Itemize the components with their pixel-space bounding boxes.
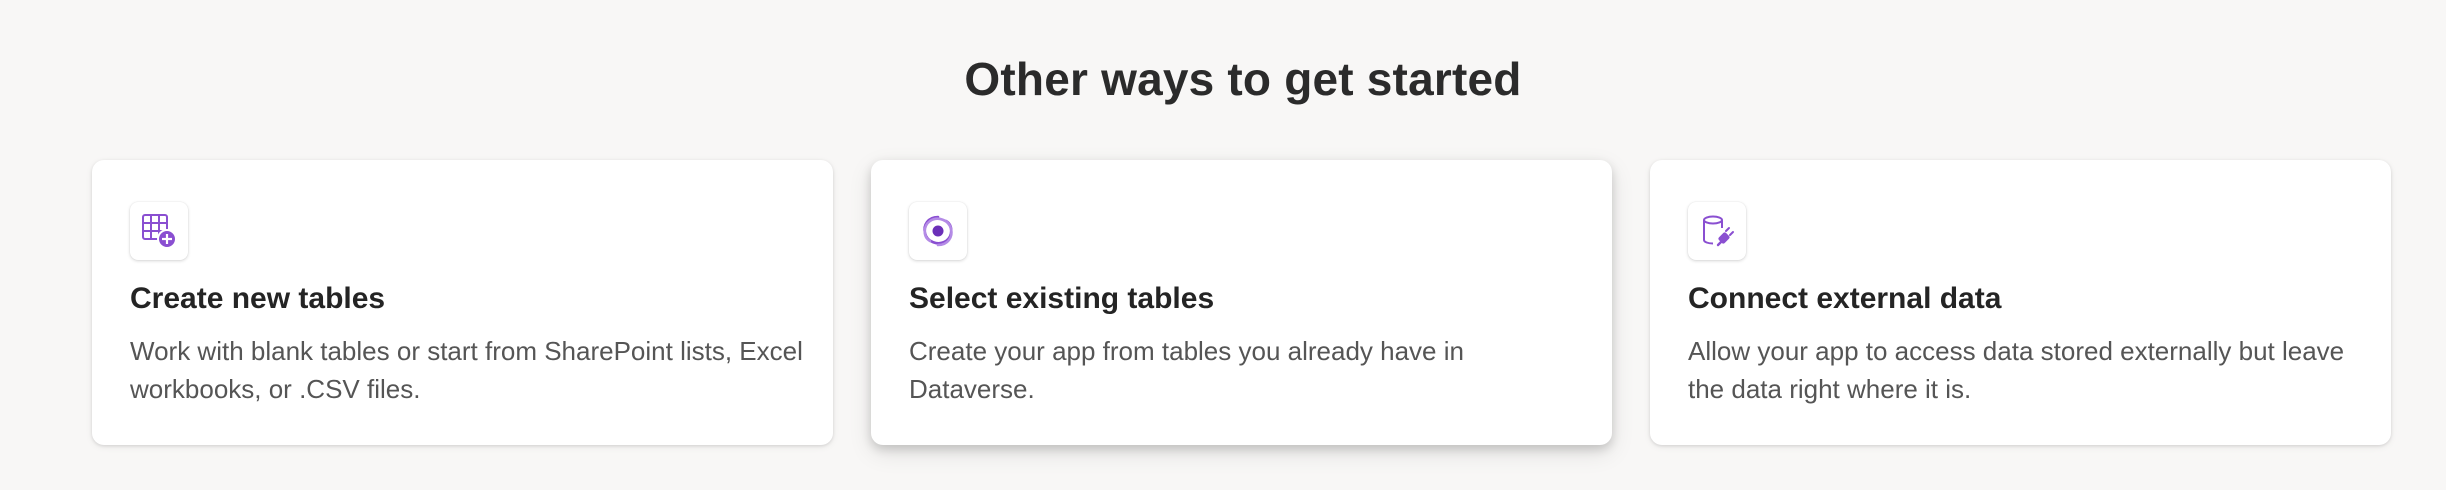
- card-title: Create new tables: [130, 282, 386, 315]
- dataverse-icon: [909, 202, 967, 260]
- card-title: Select existing tables: [909, 282, 1215, 315]
- connect-external-data-card[interactable]: Connect external data Allow your app to …: [1650, 160, 2391, 445]
- create-new-tables-card[interactable]: Create new tables Work with blank tables…: [92, 160, 833, 445]
- start-options: Create new tables Work with blank tables…: [92, 160, 2391, 445]
- card-description: Work with blank tables or start from Sha…: [130, 336, 803, 404]
- table-add-icon: [130, 202, 188, 260]
- card-description: Allow your app to access data stored ext…: [1688, 336, 2345, 404]
- card-description: Create your app from tables you already …: [909, 336, 1464, 404]
- card-title: Connect external data: [1688, 282, 2002, 315]
- section-heading: Other ways to get started: [964, 53, 1522, 105]
- database-plug-icon: [1688, 202, 1746, 260]
- select-existing-tables-card[interactable]: Select existing tables Create your app f…: [871, 160, 1612, 445]
